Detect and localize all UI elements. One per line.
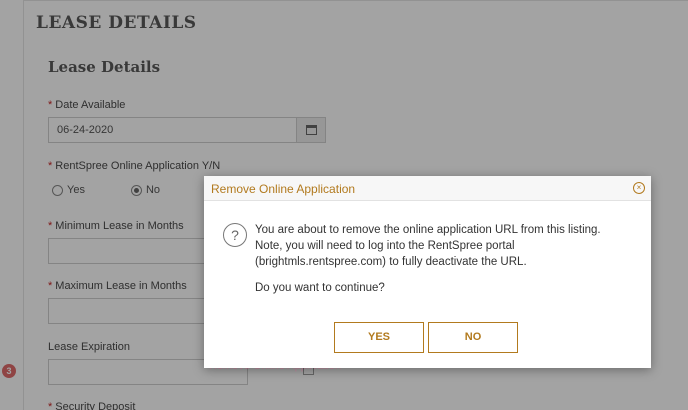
no-button[interactable]: NO xyxy=(428,322,518,353)
yes-button[interactable]: YES xyxy=(334,322,424,353)
dialog-message: You are about to remove the online appli… xyxy=(255,224,601,268)
remove-application-dialog: Remove Online Application × ? You are ab… xyxy=(204,176,651,368)
dialog-question: Do you want to continue? xyxy=(255,282,385,294)
question-circle-icon: ? xyxy=(223,223,247,247)
dialog-title: Remove Online Application xyxy=(211,182,356,196)
close-circle-icon[interactable]: × xyxy=(633,182,645,194)
dialog-header: Remove Online Application × xyxy=(204,176,651,201)
